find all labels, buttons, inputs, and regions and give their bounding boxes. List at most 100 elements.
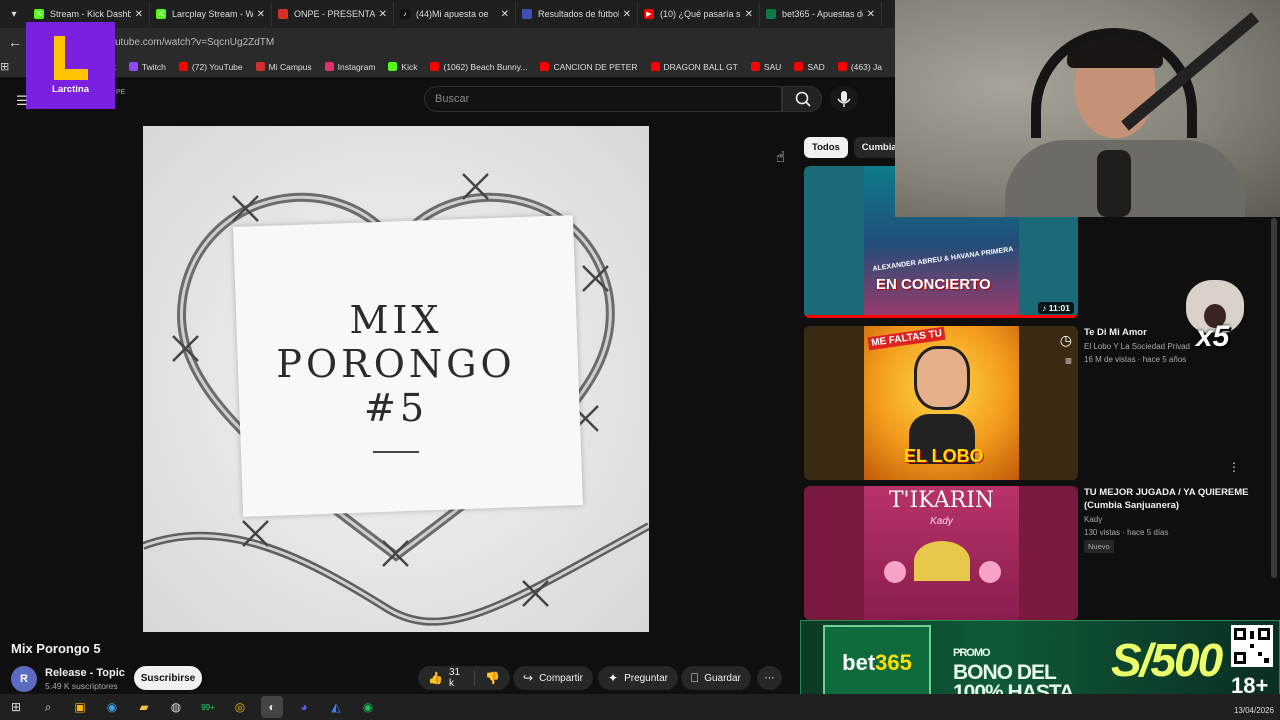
bookmark-item[interactable]: SAD [794, 62, 825, 72]
browser-tab[interactable]: Resultados de fútbol ✕ [516, 2, 638, 26]
hamburger-menu-icon[interactable]: ☰ [16, 93, 28, 109]
channel-avatar[interactable]: R [11, 666, 37, 692]
rec-thumbnail-3[interactable]: T'IKARIN Kady [804, 486, 1078, 620]
whatsapp-icon[interactable]: 99+ [197, 696, 219, 718]
bookmark-item[interactable]: (1062) Beach Bunny... [430, 62, 527, 72]
file-explorer-icon[interactable]: ▰ [133, 696, 155, 718]
bookmark-icon: ⎕ [691, 670, 699, 685]
rec-channel-2[interactable]: El Lobo Y La Sociedad Privad [1084, 342, 1190, 351]
tab-favicon-icon [766, 9, 776, 19]
bookmark-item[interactable]: (463) Ja [837, 62, 882, 72]
bookmark-favicon-icon [388, 62, 398, 71]
cat-multiplier: x5 [1196, 320, 1230, 353]
browser-tab[interactable]: bet365 - Apuestas de ✕ [760, 2, 882, 26]
whatsapp-badge: 99+ [201, 702, 215, 712]
close-tab-icon[interactable]: ✕ [257, 9, 265, 20]
close-tab-icon[interactable]: ✕ [623, 9, 631, 20]
close-tab-icon[interactable]: ✕ [745, 9, 753, 20]
like-button[interactable]: 👍 31 k [418, 667, 476, 689]
url-field[interactable]: utube.com/watch?v=SqcnUg2ZdTM [115, 37, 274, 48]
chrome-icon[interactable]: ◎ [229, 696, 251, 718]
windows-start-icon[interactable]: ⊞ [5, 696, 27, 718]
bookmark-item[interactable]: Kick [388, 62, 417, 72]
thumb-3-flower-left [884, 561, 906, 583]
chip-all[interactable]: Todos [804, 137, 848, 158]
thumb-1-title: EN CONCIERTO [876, 276, 991, 293]
add-to-queue-icon[interactable]: ≡ [1065, 354, 1072, 368]
thumb-3-title: T'IKARIN [888, 488, 995, 513]
search-input[interactable]: Buscar [424, 86, 782, 112]
bookmark-favicon-icon [750, 62, 760, 71]
rec-meta-2: 16 M de vistas · hace 5 años [1084, 355, 1187, 364]
bookmark-favicon-icon [178, 62, 188, 71]
subscribe-button[interactable]: Suscribirse [134, 666, 202, 690]
rec-channel-3[interactable]: Kady [1084, 515, 1102, 524]
rec-more-options-icon[interactable]: ⋮ [1228, 460, 1240, 474]
edge-icon[interactable]: ◉ [101, 696, 123, 718]
close-tab-icon[interactable]: ✕ [501, 9, 509, 20]
bookmark-favicon-icon [255, 62, 265, 71]
bookmark-label: SAU [763, 61, 782, 72]
bookmark-label: Twitch [141, 61, 166, 72]
store-icon[interactable]: ▣ [69, 696, 91, 718]
bookmark-item[interactable]: Twitch [128, 61, 166, 72]
close-tab-icon[interactable]: ✕ [379, 9, 387, 20]
tab-title: Resultados de fútbol [538, 9, 619, 19]
bookmark-item[interactable]: Instagram [324, 61, 376, 72]
subscriber-count: 5.49 K suscriptores [45, 681, 118, 691]
steam-icon[interactable]: ◍ [165, 696, 187, 718]
search-icon[interactable]: ⌕ [37, 696, 59, 718]
tab-favicon-icon: K [34, 9, 44, 19]
watch-progress-bar [804, 315, 1078, 318]
studio-microphone [1097, 150, 1131, 217]
bookmark-item[interactable]: Mi Campus [255, 62, 312, 72]
sidebar-scrollbar[interactable] [1271, 218, 1277, 578]
bookmark-item[interactable]: CANCION DE PETER [540, 62, 638, 72]
microphone-icon [837, 91, 851, 107]
thumb-art-2: ME FALTAS TU EL LOBO [864, 326, 1019, 480]
rec-thumbnail-2[interactable]: ME FALTAS TU EL LOBO ◷ ≡ [804, 326, 1078, 480]
qr-code [1231, 625, 1273, 667]
search-button[interactable] [782, 86, 822, 112]
browser-tab[interactable]: ♪ (44)Mi apuesta oe ✕ [394, 2, 516, 26]
save-button[interactable]: ⎕ Guardar [681, 666, 751, 690]
more-actions-button[interactable]: ⋯ [757, 666, 782, 690]
tab-favicon-icon [522, 9, 532, 19]
windows-taskbar: ⊞ ⌕ ▣ ◉ ▰ ◍ 99+ ◎ ◐ ◕ ◭ ◉ [0, 694, 1280, 720]
bookmark-item[interactable]: SAU [750, 61, 782, 72]
obs-icon[interactable]: ◐ [261, 696, 283, 718]
video-player[interactable]: MIX PORONGO #5 [143, 126, 649, 632]
tab-search-icon[interactable]: ▾ [3, 3, 25, 25]
apps-grid-icon[interactable]: ⊞ [0, 60, 9, 73]
share-button[interactable]: ↪ Compartir [513, 666, 593, 690]
save-label: Guardar [704, 672, 741, 684]
bookmark-favicon-icon [430, 62, 440, 71]
bookmark-label: (72) YouTube [191, 61, 243, 72]
voice-search-button[interactable] [830, 86, 858, 112]
discord-icon[interactable]: ◕ [293, 696, 315, 718]
close-tab-icon[interactable]: ✕ [135, 9, 143, 20]
bookmark-label: Instagram [337, 61, 376, 72]
like-count: 31 k [448, 667, 461, 689]
channel-name[interactable]: Release - Topic [45, 667, 125, 679]
more-dots-icon: ⋯ [764, 672, 775, 684]
bookmark-item[interactable]: DRAGON BALL GT [650, 62, 738, 72]
cover-art-text: MIX PORONGO #5 [143, 298, 649, 430]
bookmark-favicon-icon [837, 62, 847, 71]
cover-rule [373, 451, 419, 453]
ea-app-icon[interactable]: ◭ [325, 696, 347, 718]
watch-later-icon[interactable]: ◷ [1060, 332, 1072, 349]
browser-tab[interactable]: ONPE - PRESENTACI ✕ [272, 2, 394, 26]
rec-title-3[interactable]: TU MEJOR JUGADA / YA QUIEREME (Cumbia Sa… [1084, 486, 1254, 512]
thumb-2-title: EL LOBO [904, 446, 984, 466]
browser-tab[interactable]: K Larcplay Stream - We ✕ [150, 2, 272, 26]
browser-tab[interactable]: ▶ (10) ¿Qué pasaría si a ✕ [638, 2, 760, 26]
close-tab-icon[interactable]: ✕ [867, 9, 875, 20]
streamer-logo: Larctina [26, 22, 115, 109]
bookmark-label: Kick [401, 61, 418, 72]
ask-button[interactable]: ✦ Preguntar [598, 666, 678, 690]
thumb-art-3: T'IKARIN Kady [864, 486, 1019, 620]
bookmark-item[interactable]: (72) YouTube [178, 61, 243, 72]
dislike-button[interactable]: 👎 [475, 671, 510, 685]
spotify-icon[interactable]: ◉ [357, 696, 379, 718]
